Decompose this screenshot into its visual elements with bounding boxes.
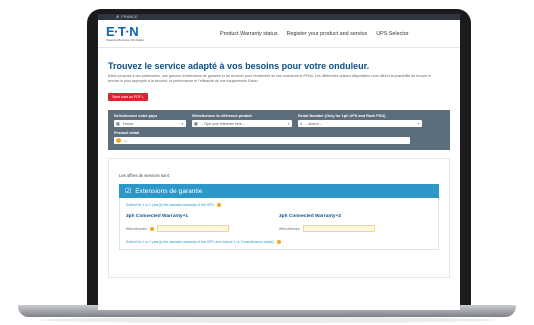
chevron-down-icon: ▼: [287, 121, 290, 126]
info-icon: [116, 138, 121, 143]
product-detail-value: —: [124, 138, 128, 143]
laptop-shadow: [40, 317, 494, 323]
note-1-text: Extend for 1 or 2 year(s) the standard w…: [126, 203, 214, 207]
laptop-mockup: ⊕ FRANCE E·T·N Powering Business Worldwi…: [0, 0, 534, 325]
grid-icon: ▦: [194, 121, 198, 126]
search-icon: ⌕: [300, 121, 303, 126]
extension-accordion-header[interactable]: ☑ Extensions de garantie: [119, 184, 439, 198]
serial-select[interactable]: ⌕ -- search -- ▼: [298, 120, 422, 127]
info-icon[interactable]: [149, 226, 154, 231]
page-title: Trouvez le service adapté à vos besoins …: [108, 61, 370, 71]
warranty-options: 3ph Connected Warranty+1 Web reference 3…: [126, 214, 432, 232]
region-label[interactable]: FRANCE: [121, 14, 137, 20]
product-ref-placeholder: -- Type your reference here --: [200, 121, 246, 126]
extension-note-2: Extend for 1 or 2 year(s) the standard w…: [126, 240, 432, 244]
extension-header-label: Extensions de garantie: [135, 187, 203, 195]
warranty-option-1: 3ph Connected Warranty+1 Web reference: [126, 214, 279, 232]
warranty-option-2: 3ph Connected Warranty+2 Web reference: [279, 214, 432, 232]
main-nav: E·T·N Powering Business Worldwide Produc…: [98, 20, 460, 48]
web-reference-field-2: Web reference: [279, 225, 432, 232]
web-reference-input-2[interactable]: [302, 225, 375, 232]
nav-link-ups-selector[interactable]: UPS Selector: [376, 31, 408, 37]
extension-note-1: Extend for 1 or 2 year(s) the standard w…: [126, 203, 432, 207]
chevron-down-icon: ▼: [417, 121, 420, 126]
web-reference-label: Web reference: [126, 226, 147, 231]
nav-link-register[interactable]: Register your product and service: [287, 31, 368, 37]
info-icon[interactable]: [276, 240, 281, 244]
product-ref-select[interactable]: ▦ -- Type your reference here -- ▼: [192, 120, 292, 127]
logo-wordmark: E·T·N: [106, 23, 139, 39]
nav-link-warranty-status[interactable]: Product Warranty status: [220, 31, 278, 37]
offers-section: Les offres de services sont: ☑ Extension…: [108, 158, 450, 278]
chevron-down-icon: ▼: [181, 121, 184, 126]
intro-text: Eaton propose à ses partenaires, une gam…: [108, 74, 432, 83]
globe-icon: ⊕: [116, 14, 120, 19]
note-2-text: Extend for 1 or 2 year(s) the standard w…: [126, 240, 274, 244]
flag-icon: ▦: [116, 121, 120, 126]
country-col: Sélectionnez votre pays ▦ France ▼: [114, 114, 186, 127]
warranty-2-title: 3ph Connected Warranty+2: [279, 214, 342, 219]
product-detail-field[interactable]: —: [114, 137, 410, 144]
warranty-1-title: 3ph Connected Warranty+1: [126, 214, 189, 219]
info-icon[interactable]: [216, 203, 221, 207]
page-content: Trouvez le service adapté à vos besoins …: [98, 61, 460, 278]
web-reference-label: Web reference: [279, 226, 300, 231]
save-pdf-button[interactable]: Save data as PDF ⤓: [108, 93, 148, 101]
nav-links: Product Warranty status Register your pr…: [220, 31, 409, 37]
offers-title: Les offres de services sont:: [119, 173, 170, 178]
country-value: France: [122, 121, 134, 126]
logo-tagline: Powering Business Worldwide: [106, 37, 144, 42]
web-reference-input-1[interactable]: [156, 225, 229, 232]
serial-placeholder: -- search --: [305, 121, 322, 126]
product-ref-col: Sélectionnez la référence produit ▦ -- T…: [192, 114, 292, 127]
filter-row: Sélectionnez votre pays ▦ France ▼ Sélec…: [114, 114, 444, 127]
filter-panel: Sélectionnez votre pays ▦ France ▼ Sélec…: [108, 110, 450, 150]
serial-col: Serial Number (Only for 1ph UPS and Rack…: [298, 114, 422, 127]
check-square-icon: ☑: [125, 188, 132, 195]
web-reference-field-1: Web reference: [126, 225, 279, 232]
country-select[interactable]: ▦ France ▼: [114, 120, 186, 127]
eaton-logo[interactable]: E·T·N Powering Business Worldwide: [106, 23, 150, 42]
browser-screen: ⊕ FRANCE E·T·N Powering Business Worldwi…: [98, 14, 460, 310]
extension-panel: Extend for 1 or 2 year(s) the standard w…: [119, 198, 439, 250]
